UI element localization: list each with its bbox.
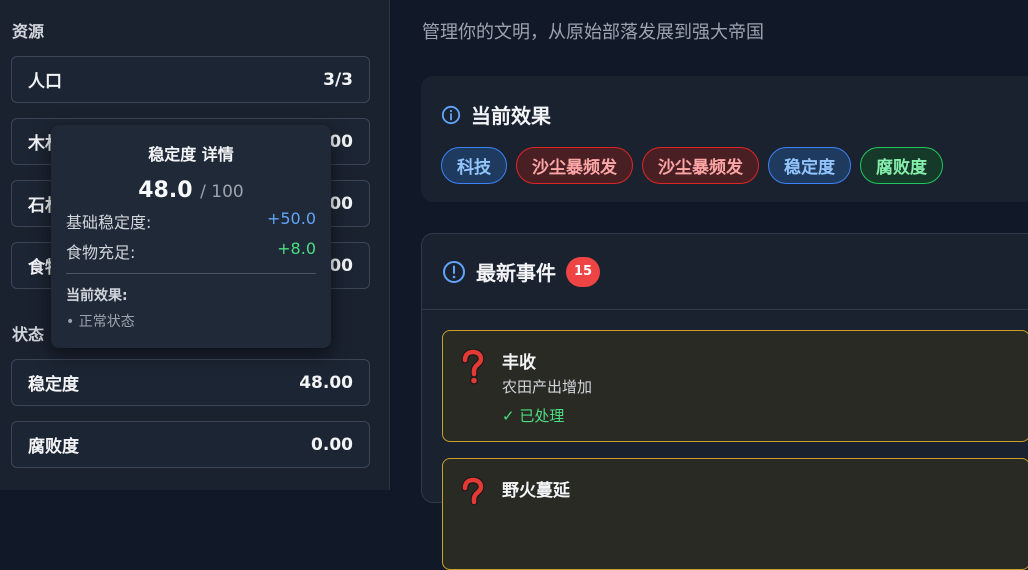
tooltip-row-base: 基础稳定度: +50.0 (66, 209, 316, 233)
effect-tag[interactable]: 腐败度 (860, 147, 943, 184)
main-content: 管理你的文明，从原始部落发展到强大帝国 当前效果 科技 沙尘暴频发 沙尘暴频发 … (391, 0, 1028, 570)
tooltip-current-value: 48.0 (138, 178, 193, 203)
alert-circle-icon (442, 260, 466, 284)
events-count-badge: 15 (566, 256, 600, 287)
tooltip-row-food: 食物充足: +8.0 (66, 239, 316, 263)
resource-value: 00 (329, 255, 353, 276)
status-value: 48.00 (299, 372, 353, 393)
event-item[interactable]: 丰收 农田产出增加 ✓ 已处理 (442, 330, 1028, 442)
event-description: 农田产出增加 (502, 378, 593, 396)
effects-tags: 科技 沙尘暴频发 沙尘暴频发 稳定度 腐败度 (441, 147, 1028, 184)
tooltip-row-label: 食物充足: (66, 243, 136, 262)
question-mark-icon (459, 348, 487, 389)
tooltip-divider (66, 273, 316, 274)
resources-title: 资源 (12, 22, 45, 41)
event-title: 野火蔓延 (502, 481, 570, 501)
status-value: 0.00 (311, 434, 353, 455)
tooltip-effect-item: • 正常状态 (66, 314, 135, 330)
tooltip-row-label: 基础稳定度: (66, 213, 152, 232)
resource-value: 00 (329, 193, 353, 214)
info-circle-icon (441, 105, 461, 125)
resource-value: 3/3 (323, 69, 353, 90)
current-effects-card: 当前效果 科技 沙尘暴频发 沙尘暴频发 稳定度 腐败度 (421, 76, 1028, 202)
question-mark-icon (459, 476, 487, 517)
page-subtitle: 管理你的文明，从原始部落发展到强大帝国 (422, 22, 764, 43)
tooltip-max-value: / 100 (200, 182, 244, 202)
resource-population[interactable]: 人口 3/3 (11, 56, 370, 103)
status-label: 稳定度 (28, 375, 79, 395)
status-stability[interactable]: 稳定度 48.00 (11, 359, 370, 406)
status-title: 状态 (12, 325, 45, 344)
effect-tag[interactable]: 科技 (441, 147, 507, 184)
events-title: 最新事件 (476, 261, 556, 285)
effects-header: 当前效果 (441, 100, 1028, 129)
tooltip-row-value: +8.0 (277, 239, 316, 258)
tooltip-row-value: +50.0 (266, 209, 316, 228)
status-label: 腐败度 (28, 437, 79, 457)
tooltip-title: 稳定度 详情 (148, 145, 234, 164)
sidebar: 资源 人口 3/3 木材 00 石材 00 食物 00 状态 稳定度 48.00… (0, 0, 390, 490)
tooltip-value: 48.0 / 100 (66, 178, 316, 203)
effect-tag[interactable]: 沙尘暴频发 (516, 147, 633, 184)
resource-value: 00 (329, 131, 353, 152)
resource-label: 人口 (28, 72, 62, 92)
event-item[interactable]: 野火蔓延 (442, 458, 1028, 570)
effect-tag[interactable]: 稳定度 (768, 147, 851, 184)
effects-title: 当前效果 (471, 104, 551, 128)
event-title: 丰收 (502, 353, 536, 373)
event-status: ✓ 已处理 (502, 407, 565, 425)
recent-events-card: 最新事件 15 丰收 农田产出增加 ✓ 已处理 野火蔓延 (421, 233, 1028, 570)
status-corruption[interactable]: 腐败度 0.00 (11, 421, 370, 468)
tooltip-effects-title: 当前效果: (66, 288, 128, 304)
effect-tag[interactable]: 沙尘暴频发 (642, 147, 759, 184)
events-header: 最新事件 15 (422, 234, 1028, 310)
stability-tooltip: 稳定度 详情 48.0 / 100 基础稳定度: +50.0 食物充足: +8.… (51, 125, 331, 348)
